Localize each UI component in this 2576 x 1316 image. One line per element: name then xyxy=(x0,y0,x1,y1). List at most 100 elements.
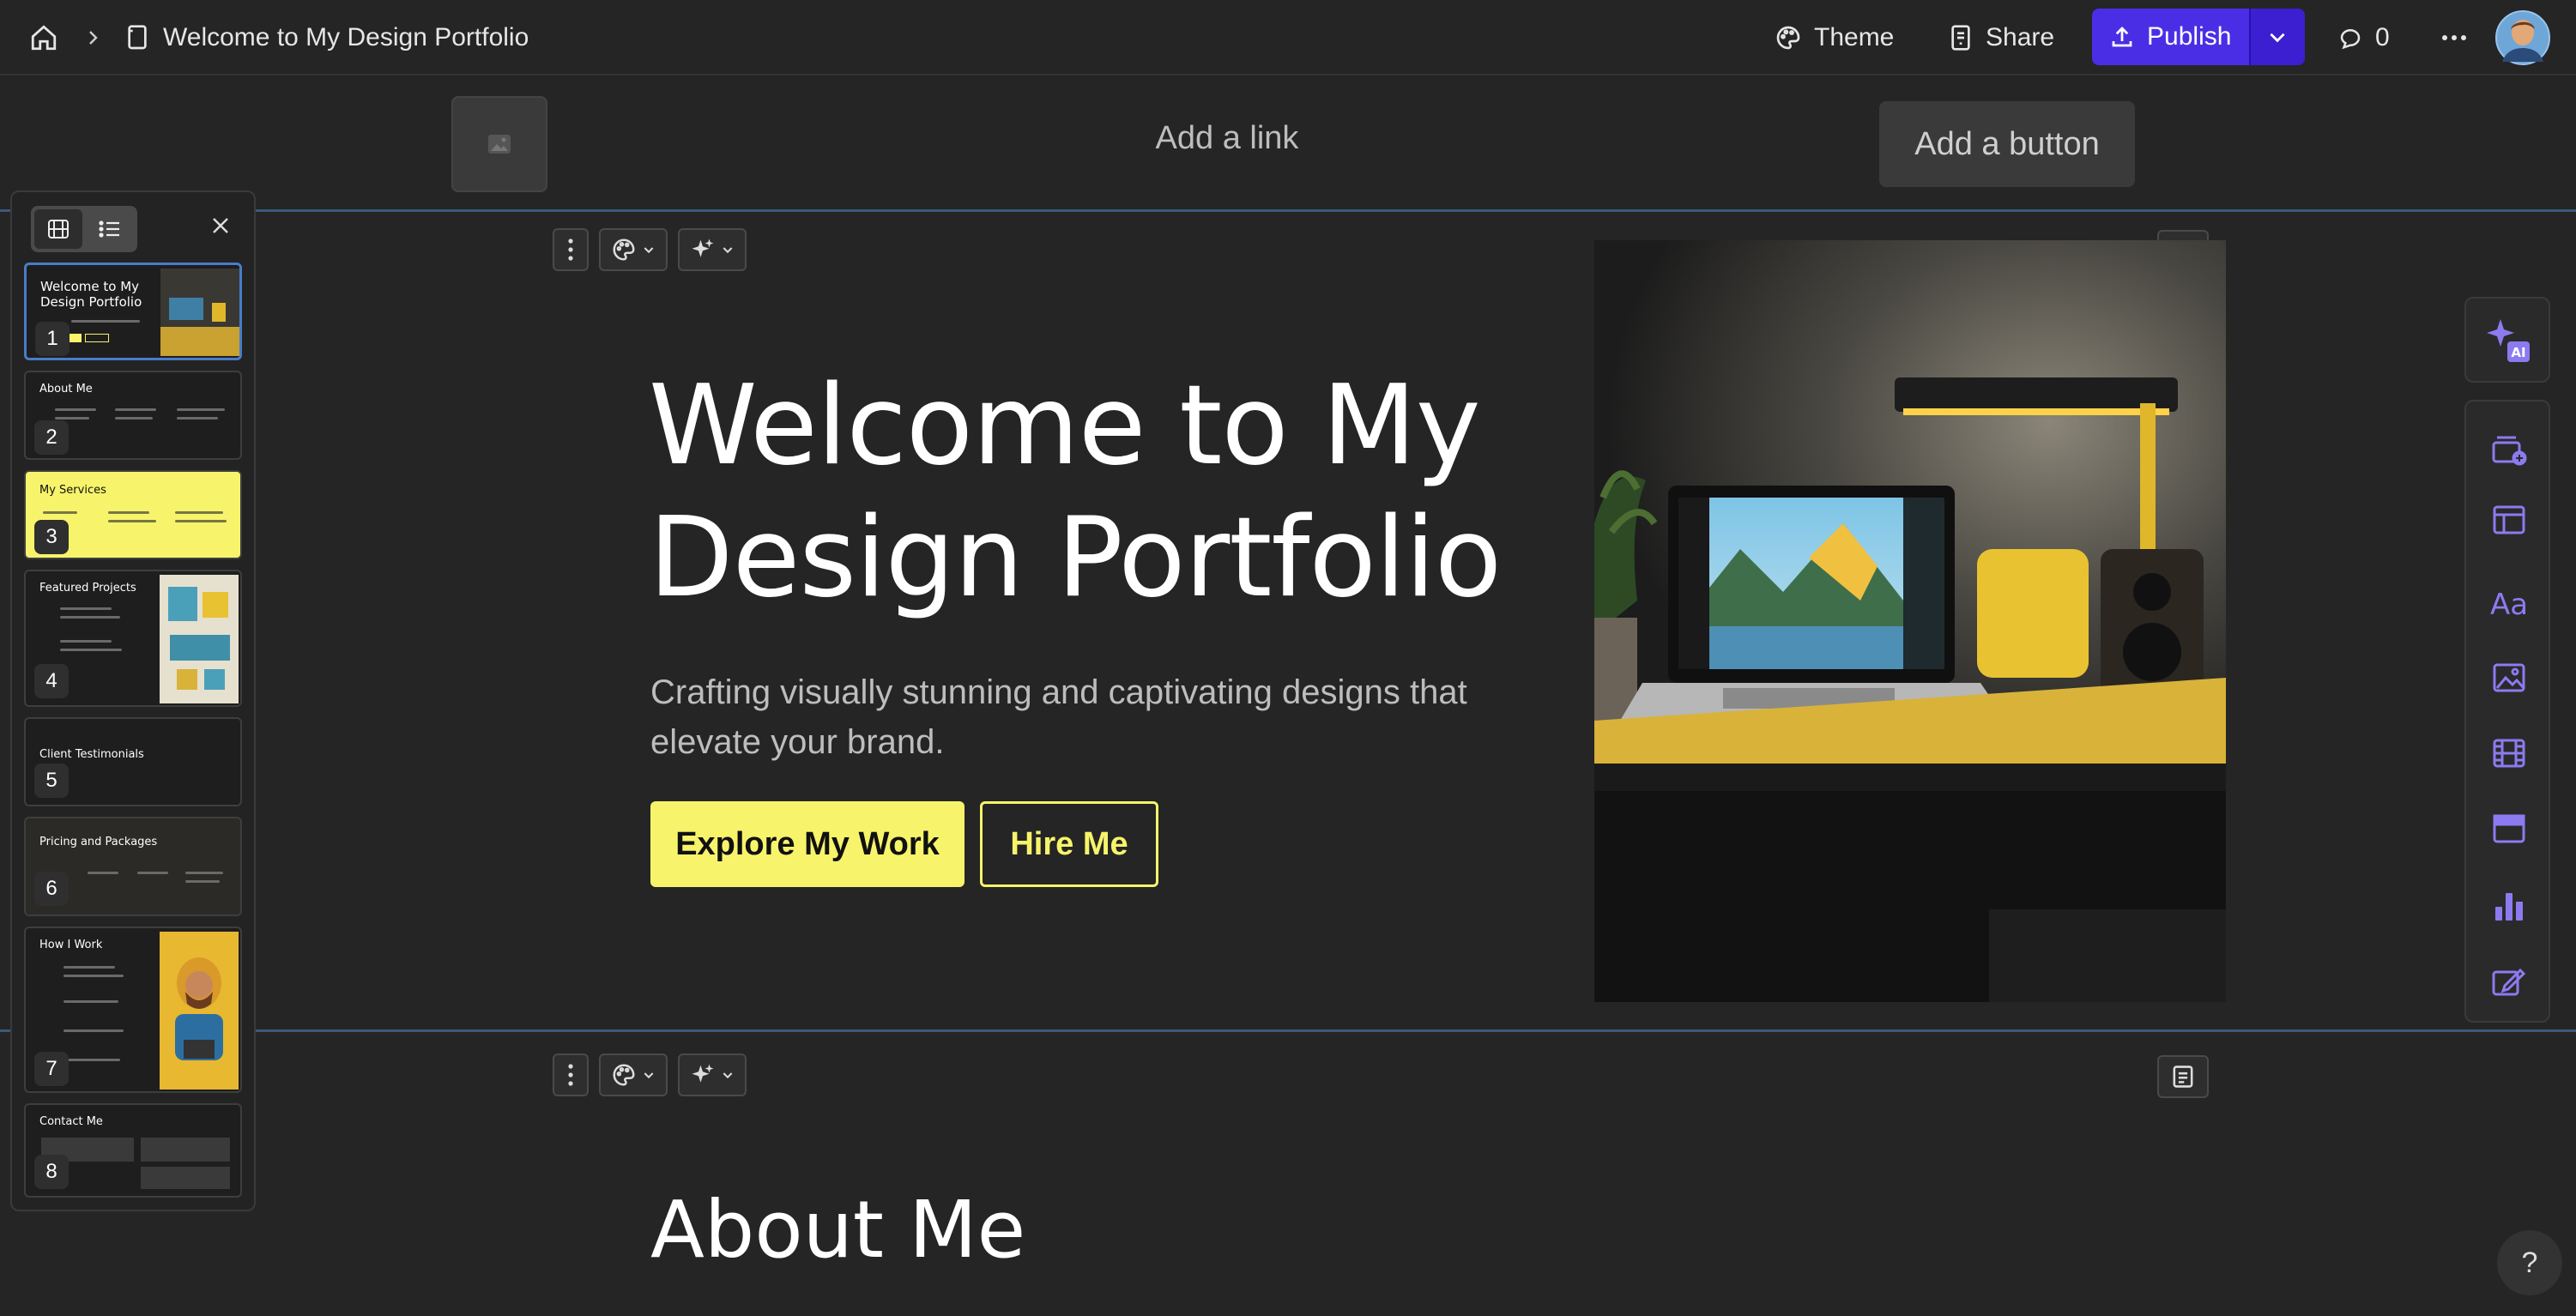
comment-count: 0 xyxy=(2375,23,2390,51)
help-button[interactable]: ? xyxy=(2497,1230,2562,1295)
text-icon[interactable]: Aa xyxy=(2487,580,2531,625)
hero-image[interactable] xyxy=(1594,240,2226,1002)
slide-number: 5 xyxy=(34,764,69,798)
slide-style-button[interactable] xyxy=(599,228,668,271)
layout-icon[interactable] xyxy=(2487,498,2531,542)
user-avatar[interactable] xyxy=(2495,0,2550,75)
ai-assistant-button[interactable]: AI xyxy=(2464,297,2550,383)
slide-thumbnail-title: Contact Me xyxy=(39,1115,103,1128)
document-icon xyxy=(125,0,149,75)
hero-subtitle[interactable]: Crafting visually stunning and captivati… xyxy=(650,667,1474,767)
thumbnail-image xyxy=(160,932,239,1090)
slide-number: 3 xyxy=(34,520,69,554)
share-button[interactable]: Share xyxy=(1948,0,2054,75)
publish-button-group: Publish xyxy=(2092,9,2305,65)
slide-menu-button[interactable] xyxy=(553,228,589,271)
slide-thumbnail-8[interactable]: Contact Me 8 xyxy=(24,1103,242,1198)
slide-thumbnail-4[interactable]: Featured Projects 4 xyxy=(24,570,242,707)
palette-icon xyxy=(613,1064,635,1086)
chevron-down-icon xyxy=(644,1072,654,1079)
add-card-icon[interactable] xyxy=(2487,427,2531,472)
thumbnail-text-line xyxy=(55,417,89,420)
section-divider xyxy=(0,209,2576,212)
slide-toolbar xyxy=(553,1053,747,1096)
embed-icon[interactable] xyxy=(2487,806,2531,851)
about-section-title[interactable]: About Me xyxy=(650,1184,1025,1276)
more-options-icon[interactable] xyxy=(2440,0,2468,75)
slide-ai-button[interactable] xyxy=(678,1053,747,1096)
slides-panel: Welcome to My Design Portfolio 1 About M… xyxy=(10,190,256,1211)
add-header-button[interactable]: Add a button xyxy=(1879,101,2135,187)
section-divider xyxy=(0,1029,2576,1032)
thumbnail-text-line xyxy=(63,1000,118,1003)
comments-button[interactable]: 0 xyxy=(2337,0,2390,75)
hero-title[interactable]: Welcome to My Design Portfolio xyxy=(649,360,1507,625)
home-icon[interactable] xyxy=(29,0,58,75)
slide-ai-button[interactable] xyxy=(678,228,747,271)
list-icon xyxy=(99,220,119,238)
video-icon[interactable] xyxy=(2487,731,2531,776)
chevron-down-icon xyxy=(723,1072,733,1079)
thumbnail-text-line xyxy=(63,975,124,977)
thumbnail-text-line xyxy=(175,520,227,522)
thumbnail-text-line xyxy=(43,511,77,514)
add-link-button[interactable]: Add a link xyxy=(1116,120,1339,157)
thumbnail-text-line xyxy=(177,417,218,420)
vertical-dots-icon xyxy=(568,238,573,261)
slide-number: 1 xyxy=(35,322,70,356)
slide-thumbnail-title: Pricing and Packages xyxy=(39,836,158,848)
slide-number: 6 xyxy=(34,872,69,906)
slide-menu-button[interactable] xyxy=(553,1053,589,1096)
slide-thumbnail-title: About Me xyxy=(39,383,93,395)
slide-thumbnail-title: Featured Projects xyxy=(39,582,136,595)
chevron-right-icon xyxy=(82,0,103,75)
thumbnail-field xyxy=(141,1167,230,1189)
slide-number: 8 xyxy=(34,1155,69,1189)
top-bar: Welcome to My Design Portfolio Theme Sha… xyxy=(0,0,2576,75)
slide-thumbnail-1[interactable]: Welcome to My Design Portfolio 1 xyxy=(24,263,242,360)
slide-thumbnail-6[interactable]: Pricing and Packages 6 xyxy=(24,817,242,916)
hire-me-button[interactable]: Hire Me xyxy=(980,801,1158,887)
share-label: Share xyxy=(1986,23,2055,51)
thumbnail-text-line xyxy=(60,649,122,651)
theme-button[interactable]: Theme xyxy=(1775,0,1894,75)
insert-tools-rail: Aa xyxy=(2464,400,2550,1023)
slide-thumbnail-5[interactable]: Client Testimonials 5 xyxy=(24,717,242,806)
ai-sparkle-icon: AI xyxy=(2487,319,2530,362)
thumbnail-text-line xyxy=(108,520,156,522)
logo-image-placeholder[interactable] xyxy=(451,96,547,192)
view-toggle xyxy=(31,206,137,252)
slide-number: 7 xyxy=(34,1052,69,1086)
slide-notes-button[interactable] xyxy=(2157,1055,2209,1098)
thumbnail-text-line xyxy=(63,1029,124,1032)
palette-icon xyxy=(1776,26,1800,50)
slide-thumbnail-title: How I Work xyxy=(39,939,103,951)
explore-work-button[interactable]: Explore My Work xyxy=(650,801,964,887)
thumbnail-text-line xyxy=(88,872,118,874)
slide-thumbnail-title: Welcome to My Design Portfolio xyxy=(40,279,142,310)
thumbnail-text-line xyxy=(115,417,153,420)
grid-view-button[interactable] xyxy=(34,209,82,249)
edit-form-icon[interactable] xyxy=(2487,959,2531,1004)
thumbnail-text-line xyxy=(60,616,120,619)
list-view-button[interactable] xyxy=(86,209,134,249)
thumbnail-text-line xyxy=(55,408,96,411)
slide-thumbnail-title: Client Testimonials xyxy=(39,748,144,761)
slide-style-button[interactable] xyxy=(599,1053,668,1096)
image-icon[interactable] xyxy=(2487,655,2531,700)
thumbnail-image xyxy=(160,269,239,356)
slide-thumbnail-3[interactable]: My Services 3 xyxy=(24,470,242,559)
sparkle-icon xyxy=(692,238,714,257)
thumbnail-image xyxy=(160,575,239,703)
chart-icon[interactable] xyxy=(2487,884,2531,928)
slide-thumbnail-2[interactable]: About Me 2 xyxy=(24,371,242,460)
share-icon xyxy=(1951,25,1970,51)
publish-button[interactable]: Publish xyxy=(2092,9,2249,65)
thumbnail-text-line xyxy=(177,408,225,411)
svg-text:Aa: Aa xyxy=(2490,588,2528,619)
publish-options-button[interactable] xyxy=(2248,9,2305,65)
document-title[interactable]: Welcome to My Design Portfolio xyxy=(163,0,529,75)
slide-thumbnail-7[interactable]: How I Work 7 xyxy=(24,927,242,1093)
close-panel-icon[interactable] xyxy=(211,216,230,235)
theme-label: Theme xyxy=(1814,23,1895,51)
